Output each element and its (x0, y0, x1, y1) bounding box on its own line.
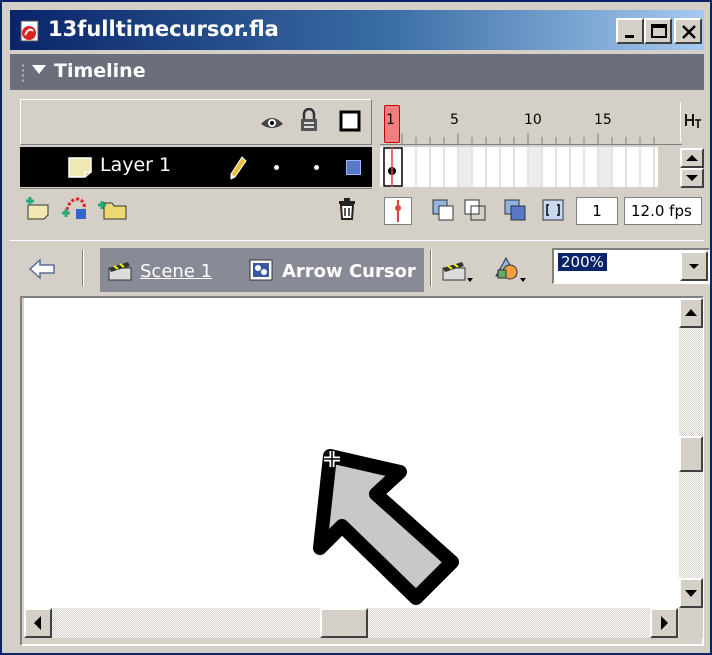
scroll-down-button[interactable] (679, 578, 703, 608)
close-button[interactable] (674, 18, 702, 44)
onion-skin-icon[interactable] (430, 197, 456, 227)
layer-color-swatch[interactable] (346, 160, 361, 175)
edit-multiple-frames-icon[interactable] (502, 197, 528, 227)
visibility-dot[interactable] (274, 165, 279, 170)
edit-scene-icon[interactable] (440, 256, 474, 288)
ruler-label-10: 10 (524, 112, 542, 128)
frame-view-menu-icon[interactable] (680, 102, 704, 142)
trash-icon[interactable] (336, 197, 358, 225)
scroll-left-button[interactable] (24, 608, 52, 638)
insert-folder-icon[interactable] (96, 197, 128, 225)
center-frame-button[interactable] (384, 197, 412, 225)
panel-grip-icon[interactable] (20, 63, 26, 83)
flash-file-icon (18, 19, 42, 43)
maximize-button[interactable] (644, 18, 672, 44)
flash-document-window: 13fulltimecursor.fla Timeline Layer 1 1 … (0, 0, 712, 655)
timeline-scroll-down-button[interactable] (680, 168, 704, 188)
frame-cells[interactable] (380, 147, 658, 187)
layer-controls (20, 188, 372, 230)
timeline-title[interactable]: Timeline (32, 60, 146, 82)
layer-name[interactable]: Layer 1 (100, 154, 171, 176)
back-arrow-icon[interactable] (28, 256, 58, 286)
stage-canvas[interactable] (24, 298, 679, 608)
breadcrumb-symbol-label[interactable]: Arrow Cursor (282, 261, 416, 282)
collapse-triangle-icon[interactable] (32, 65, 46, 74)
add-motion-guide-icon[interactable] (60, 195, 90, 225)
lock-icon[interactable] (299, 107, 319, 136)
layer-row-layer-1[interactable]: Layer 1 (20, 147, 372, 187)
timeline-title-label: Timeline (54, 60, 146, 82)
zoom-dropdown-button[interactable] (680, 251, 708, 281)
onion-skin-outlines-icon[interactable] (462, 197, 488, 227)
scroll-up-button[interactable] (679, 298, 703, 328)
zoom-select[interactable]: 200% (552, 248, 710, 284)
lock-dot[interactable] (314, 165, 319, 170)
pencil-icon (228, 155, 248, 185)
scroll-right-button[interactable] (650, 608, 678, 638)
timeline-scroll-up-button[interactable] (680, 148, 704, 168)
layer-icon (66, 155, 94, 183)
edit-bar-divider (82, 250, 84, 286)
vertical-scroll-thumb[interactable] (679, 436, 703, 472)
outline-square-icon[interactable] (339, 110, 361, 136)
arrow-cursor-graphic[interactable] (24, 298, 679, 608)
window-title: 13fulltimecursor.fla (48, 17, 279, 41)
modify-onion-markers-icon[interactable] (540, 197, 566, 227)
edit-symbols-icon[interactable] (492, 254, 528, 288)
breadcrumb-scene-link[interactable]: Scene 1 (140, 261, 212, 282)
frame-rate-field[interactable]: 12.0 fps (624, 197, 702, 225)
horizontal-scroll-thumb[interactable] (320, 608, 368, 638)
zoom-value[interactable]: 200% (558, 253, 607, 271)
ruler-label-5: 5 (450, 112, 459, 128)
frame-controls: 1 12.0 fps (380, 188, 704, 230)
ruler-label-1: 1 (386, 112, 395, 128)
frame-ruler[interactable]: 1 5 10 15 (380, 99, 682, 145)
eye-icon[interactable] (259, 112, 285, 136)
window-title-bar[interactable]: 13fulltimecursor.fla (10, 10, 704, 50)
current-frame-field[interactable]: 1 (576, 197, 618, 225)
timeline-panel-header[interactable]: Timeline (10, 54, 704, 90)
edit-bar-divider-2 (430, 250, 432, 286)
layers-header (20, 99, 372, 145)
minimize-button[interactable] (616, 18, 644, 44)
movieclip-symbol-icon (248, 258, 274, 286)
insert-layer-icon[interactable] (24, 197, 54, 225)
scrollbar-corner (679, 608, 703, 638)
scene-clapper-icon (106, 258, 134, 286)
ruler-label-15: 15 (594, 112, 612, 128)
